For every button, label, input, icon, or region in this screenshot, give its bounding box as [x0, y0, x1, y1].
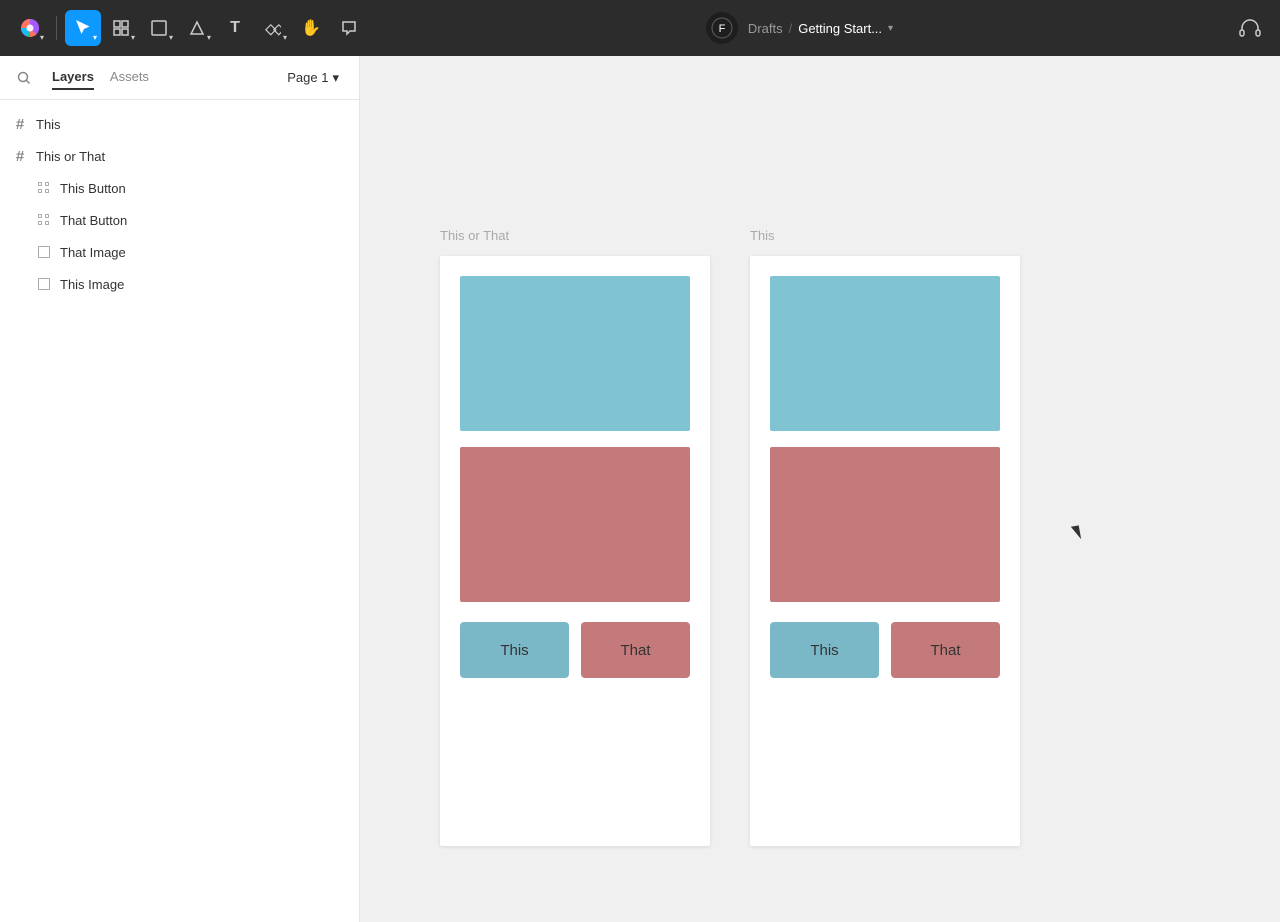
frame1-buttons: This That: [460, 622, 690, 678]
layer-label-this-or-that: This or That: [36, 149, 105, 164]
frame2-buttons: This That: [770, 622, 1000, 678]
toolbar: ▾ ▾ ▾ ▾ ▾: [0, 0, 1280, 56]
frame-tool-button[interactable]: ▾: [103, 10, 139, 46]
breadcrumb-drafts[interactable]: Drafts: [748, 21, 783, 36]
frame2-this-button[interactable]: This: [770, 622, 879, 678]
frame1-blue-image: [460, 276, 690, 431]
select-tool-button[interactable]: ▾: [65, 10, 101, 46]
text-tool-button[interactable]: T: [217, 10, 253, 46]
frame-label-2: This: [750, 228, 775, 243]
layer-label-that-button: That Button: [60, 213, 127, 228]
hash-icon: #: [12, 116, 28, 132]
search-icon[interactable]: [12, 66, 36, 90]
canvas[interactable]: This or That This That This Th: [360, 56, 1280, 922]
breadcrumb-separator: /: [789, 21, 793, 36]
frame2-that-button[interactable]: That: [891, 622, 1000, 678]
breadcrumb-chevron-icon[interactable]: ▾: [888, 23, 893, 34]
frame1-this-button[interactable]: This: [460, 622, 569, 678]
figma-logo: F: [706, 12, 738, 44]
frame-label-1: This or That: [440, 228, 509, 243]
main-layout: Layers Assets Page 1 ▾ # This # This or …: [0, 56, 1280, 922]
canvas-frame-this[interactable]: This This That: [750, 256, 1020, 846]
page-label: Page 1: [287, 70, 328, 85]
canvas-frame-this-or-that[interactable]: This or That This That: [440, 256, 710, 846]
frame-inner-2: This That: [770, 276, 1000, 678]
dotted-icon-this-button: [36, 180, 52, 196]
rect-icon-that-image: [36, 244, 52, 260]
frame1-that-button[interactable]: That: [581, 622, 690, 678]
layer-label-this-button: This Button: [60, 181, 126, 196]
layer-list: # This # This or That This Button: [0, 100, 359, 308]
cursor-icon: [1071, 525, 1081, 540]
layer-item-that-button[interactable]: That Button: [0, 204, 359, 236]
dotted-icon-that-button: [36, 212, 52, 228]
comment-tool-button[interactable]: [331, 10, 367, 46]
breadcrumb: Drafts / Getting Start... ▾: [748, 21, 893, 36]
layer-item-this-button[interactable]: This Button: [0, 172, 359, 204]
toolbar-left-tools: ▾ ▾ ▾ ▾ ▾: [12, 10, 367, 46]
hash-icon-2: #: [12, 148, 28, 164]
layer-label-that-image: That Image: [60, 245, 126, 260]
tab-assets[interactable]: Assets: [110, 65, 149, 90]
toolbar-center: F Drafts / Getting Start... ▾: [371, 12, 1228, 44]
layer-label-this-image: This Image: [60, 277, 124, 292]
frame2-blue-image: [770, 276, 1000, 431]
breadcrumb-project[interactable]: Getting Start...: [798, 21, 882, 36]
shape-tool-button[interactable]: ▾: [141, 10, 177, 46]
components-tool-button[interactable]: ▾: [255, 10, 291, 46]
svg-text:F: F: [719, 23, 726, 35]
frame-container: This or That This That This Th: [440, 256, 1020, 846]
page-selector[interactable]: Page 1 ▾: [279, 66, 347, 90]
layer-label-this: This: [36, 117, 61, 132]
menu-button[interactable]: ▾: [12, 10, 48, 46]
layer-item-this-image[interactable]: This Image: [0, 268, 359, 300]
tab-layers[interactable]: Layers: [52, 65, 94, 90]
frame2-red-image: [770, 447, 1000, 602]
frame1-red-image: [460, 447, 690, 602]
headphone-button[interactable]: [1232, 10, 1268, 46]
rect-icon-this-image: [36, 276, 52, 292]
sidebar: Layers Assets Page 1 ▾ # This # This or …: [0, 56, 360, 922]
layer-item-this[interactable]: # This: [0, 108, 359, 140]
page-chevron-icon: ▾: [332, 70, 339, 86]
toolbar-right: [1232, 10, 1268, 46]
frame-inner-1: This That: [460, 276, 690, 678]
separator-1: [56, 16, 57, 40]
layer-item-that-image[interactable]: That Image: [0, 236, 359, 268]
layer-item-this-or-that[interactable]: # This or That: [0, 140, 359, 172]
pen-tool-button[interactable]: ▾: [179, 10, 215, 46]
sidebar-header: Layers Assets Page 1 ▾: [0, 56, 359, 100]
hand-tool-button[interactable]: ✋: [293, 10, 329, 46]
